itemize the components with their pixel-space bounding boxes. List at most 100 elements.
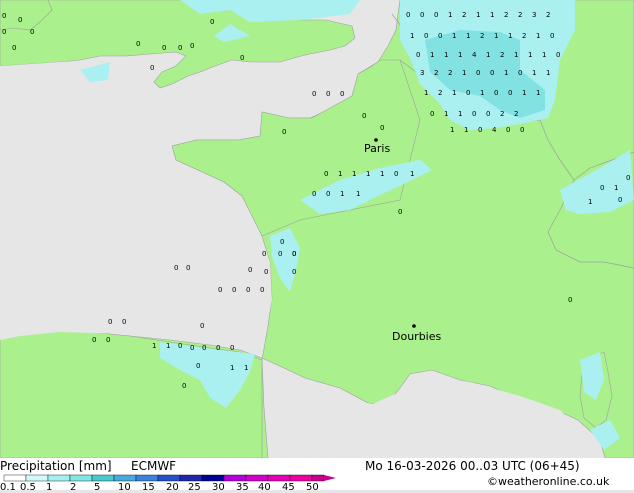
precip-value: 1: [352, 170, 356, 178]
precip-value: 0: [472, 110, 476, 118]
colorbar-segment: [3, 474, 27, 482]
precip-value: 0: [264, 268, 268, 276]
precip-value: 0: [466, 89, 470, 97]
precip-value: 0: [2, 12, 6, 20]
precip-value: 1: [466, 32, 470, 40]
precip-value: 0: [278, 250, 282, 258]
precip-value: 2: [480, 32, 484, 40]
precip-value: 1: [514, 51, 518, 59]
precip-value: 1: [424, 89, 428, 97]
precip-value: 1: [536, 32, 540, 40]
legend-tick-label: 1: [46, 482, 53, 493]
precip-value: 1: [356, 190, 360, 198]
precip-value: 0: [12, 44, 16, 52]
precip-value: 1: [504, 69, 508, 77]
credit-text: ©weatheronline.co.uk: [487, 475, 610, 488]
precip-value: 3: [532, 11, 536, 19]
precip-value: 1: [494, 32, 498, 40]
precip-value: 2: [500, 51, 504, 59]
precip-value: 0: [420, 11, 424, 19]
precip-value: 0: [246, 286, 250, 294]
colorbar-segment: [267, 474, 291, 482]
legend-footer: Precipitation [mm] ECMWF Mo 16-03-2026 0…: [0, 458, 634, 493]
precip-value: 2: [438, 89, 442, 97]
precip-value: 1: [522, 89, 526, 97]
precip-value: 1: [452, 32, 456, 40]
colorbar-segment: [289, 474, 313, 482]
precip-value: 0: [150, 64, 154, 72]
precip-value: 0: [292, 268, 296, 276]
legend-tick-label: 45: [282, 482, 295, 493]
precip-value: 0: [92, 336, 96, 344]
precip-value: 0: [326, 190, 330, 198]
precip-value: 0: [190, 344, 194, 352]
precip-value: 0: [568, 296, 572, 304]
precip-value: 0: [508, 89, 512, 97]
precip-value: 0: [2, 28, 6, 36]
precip-value: 0: [210, 18, 214, 26]
precip-value: 0: [282, 128, 286, 136]
precip-value: 0: [380, 124, 384, 132]
precip-value: 1: [536, 89, 540, 97]
precip-value: 0: [430, 110, 434, 118]
precip-value: 1: [166, 342, 170, 350]
precip-value: 0: [438, 32, 442, 40]
precip-value: 2: [500, 110, 504, 118]
precip-value: 0: [394, 170, 398, 178]
precip-value: 0: [190, 42, 194, 50]
colorbar-segment: [223, 474, 247, 482]
precip-value: 0: [178, 44, 182, 52]
precip-value: 1: [464, 126, 468, 134]
precip-value: 2: [546, 11, 550, 19]
precip-value: 1: [532, 69, 536, 77]
precip-value: 1: [366, 170, 370, 178]
precip-value: 0: [18, 16, 22, 24]
precip-value: 1: [458, 110, 462, 118]
precip-value: 2: [434, 69, 438, 77]
colorbar-segment: [157, 474, 181, 482]
precip-value: 1: [380, 170, 384, 178]
precip-value: 1: [338, 170, 342, 178]
legend-title: Precipitation [mm]: [0, 459, 112, 473]
precip-value: 0: [178, 342, 182, 350]
precip-value: 0: [486, 110, 490, 118]
colorbar-segment: [201, 474, 225, 482]
colorbar-segment: [113, 474, 137, 482]
precip-value: 0: [626, 174, 630, 182]
precip-value: 1: [444, 110, 448, 118]
precip-value: 1: [340, 190, 344, 198]
precip-value: 4: [472, 51, 477, 59]
precip-value: 1: [480, 89, 484, 97]
precip-value: 2: [522, 32, 526, 40]
precip-value: 1: [476, 11, 480, 19]
precip-value: 1: [152, 342, 156, 350]
precip-value: 0: [30, 28, 34, 36]
precip-value: 1: [490, 11, 494, 19]
precip-value: 1: [444, 51, 448, 59]
precip-value: 1: [614, 184, 618, 192]
precip-value: 1: [588, 198, 592, 206]
colorbar-segment: [47, 474, 71, 482]
precip-value: 0: [186, 264, 190, 272]
precip-value: 2: [448, 69, 452, 77]
precip-value: 0: [312, 190, 316, 198]
precip-value: 4: [492, 126, 497, 134]
legend-tick-label: 25: [188, 482, 201, 493]
precip-value: 0: [200, 322, 204, 330]
colorbar-segment: [179, 474, 203, 482]
precip-value: 0: [260, 286, 264, 294]
legend-tick-label: 15: [142, 482, 155, 493]
legend-tick-label: 20: [166, 482, 179, 493]
precip-value: 0: [292, 250, 296, 258]
colorbar-segment: [245, 474, 269, 482]
colorbar-arrow: [324, 475, 336, 481]
precip-value: 0: [556, 51, 560, 59]
precip-value: 0: [182, 382, 186, 390]
legend-tick-label: 35: [236, 482, 249, 493]
precip-value: 0: [196, 362, 200, 370]
precip-value: 0: [416, 51, 420, 59]
precipitation-map: 0 0 0 1 2 1 1 2 2 3 21 0 0 1 1 2 1 1 2 1 00 1 1 1 4 1 2 1 1 1 03 2 2 1 0 0 1…: [0, 0, 634, 458]
precip-value: 0: [280, 238, 284, 246]
precip-value: 0: [326, 90, 330, 98]
colorbar-segment: [311, 474, 325, 482]
